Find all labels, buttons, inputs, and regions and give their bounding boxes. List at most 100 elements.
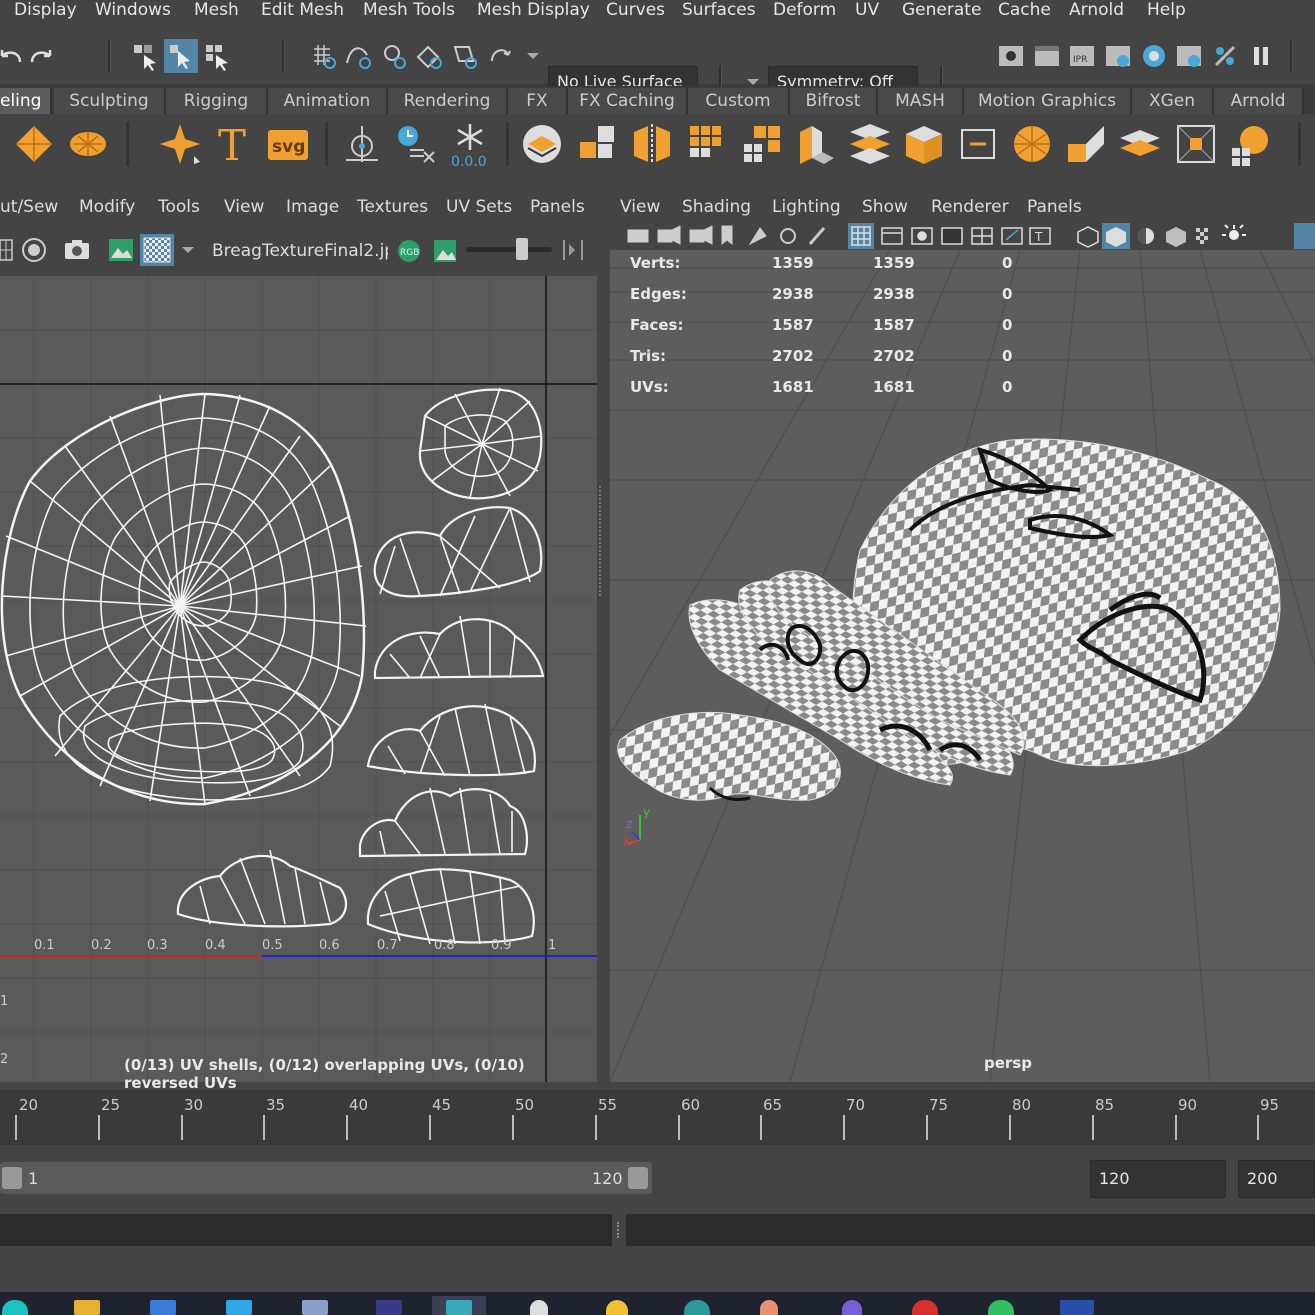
tab-rigging[interactable]: Rigging: [166, 88, 268, 114]
taskbar-app-icon[interactable]: [376, 1300, 402, 1315]
tab-bifrost[interactable]: Bifrost: [790, 88, 878, 114]
time-slider[interactable]: 20 25 30 35 40 45 50 55 60 65 70 75 80 8…: [0, 1090, 1315, 1145]
freeze-transform-icon[interactable]: 0,0,0: [448, 122, 492, 170]
range-start-handle[interactable]: [2, 1167, 22, 1189]
arnold-render-icon[interactable]: [1172, 39, 1206, 73]
tab-rendering[interactable]: Rendering: [388, 88, 508, 114]
taskbar-app-icon[interactable]: [530, 1300, 548, 1315]
taskbar-app-icon[interactable]: [150, 1300, 176, 1315]
snap-together-icon[interactable]: [484, 39, 518, 73]
panel-splitter[interactable]: [599, 486, 604, 596]
image-ratio-icon[interactable]: [432, 238, 458, 264]
taskbar-app-icon[interactable]: [684, 1300, 710, 1315]
menu-panels[interactable]: Panels: [1027, 197, 1082, 217]
render-sequence-icon[interactable]: [1208, 39, 1242, 73]
range-slider[interactable]: [0, 1162, 652, 1194]
chevron-down-icon[interactable]: [180, 242, 196, 258]
disc-orange-icon[interactable]: [66, 122, 110, 166]
panel-collapse-icon[interactable]: [560, 236, 586, 264]
splitter-handle[interactable]: [617, 1222, 622, 1238]
checker-toggle-icon[interactable]: [140, 234, 174, 266]
hypershade-icon[interactable]: [1137, 39, 1171, 73]
menu-panels[interactable]: Panels: [530, 197, 585, 217]
center-pivot-icon[interactable]: [340, 122, 384, 166]
taskbar-app-icon[interactable]: [606, 1300, 628, 1315]
menu-image[interactable]: Image: [286, 197, 339, 217]
snap-live-icon[interactable]: [447, 39, 481, 73]
texture-name-field[interactable]: BreagTextureFinal2.jpg: [212, 241, 388, 261]
taskbar-app-icon[interactable]: [302, 1300, 328, 1315]
mirror-mesh-icon[interactable]: [630, 122, 674, 166]
wedge-icon[interactable]: [1064, 122, 1108, 166]
animation-end-field[interactable]: 120: [1090, 1160, 1226, 1198]
menu-lighting[interactable]: Lighting: [772, 197, 841, 217]
snap-curve-icon[interactable]: [341, 39, 375, 73]
tab-modeling[interactable]: eling: [0, 88, 52, 114]
folder-icon[interactable]: [74, 1300, 100, 1315]
menu-show[interactable]: Show: [862, 197, 908, 217]
snap-grid-icon[interactable]: [306, 39, 340, 73]
menu-mesh[interactable]: Mesh: [194, 0, 239, 20]
redo-icon[interactable]: [24, 39, 58, 73]
select-hierarchy-icon[interactable]: [128, 39, 162, 73]
menu-windows[interactable]: Windows: [95, 0, 171, 20]
svg-tool-icon[interactable]: svg: [266, 122, 310, 166]
tab-custom[interactable]: Custom: [688, 88, 790, 114]
menu-help[interactable]: Help: [1147, 0, 1186, 20]
tab-xgen[interactable]: XGen: [1132, 88, 1214, 114]
tab-mash[interactable]: MASH: [878, 88, 964, 114]
combine-mesh-icon[interactable]: [520, 122, 564, 166]
menu-deform[interactable]: Deform: [773, 0, 836, 20]
shaded-uv-icon[interactable]: [20, 236, 48, 264]
reduce-mesh-icon[interactable]: [740, 122, 784, 166]
taskbar-app-icon[interactable]: [1060, 1300, 1094, 1315]
display-image-icon[interactable]: [106, 236, 136, 264]
layers-icon[interactable]: [1118, 122, 1162, 166]
rgb-channel-icon[interactable]: RGB: [394, 238, 424, 264]
bounding-box-icon[interactable]: [1174, 122, 1218, 166]
menu-arnold[interactable]: Arnold: [1069, 0, 1124, 20]
menu-textures[interactable]: Textures: [357, 197, 428, 217]
menu-generate[interactable]: Generate: [902, 0, 981, 20]
tab-fx-caching[interactable]: FX Caching: [568, 88, 688, 114]
ipr-render-icon[interactable]: IPR: [1065, 39, 1099, 73]
snap-view-plane-icon[interactable]: [412, 39, 446, 73]
star-create-icon[interactable]: [158, 122, 202, 166]
bevel-cube-icon[interactable]: [902, 122, 946, 166]
menu-curves[interactable]: Curves: [606, 0, 665, 20]
menu-surfaces[interactable]: Surfaces: [682, 0, 756, 20]
menu-tools[interactable]: Tools: [158, 197, 200, 217]
exposure-slider-handle[interactable]: [516, 238, 528, 260]
delete-history-icon[interactable]: [394, 122, 438, 166]
extrude-icon[interactable]: [794, 122, 838, 166]
menu-view[interactable]: View: [224, 197, 264, 217]
taskbar-app-icon[interactable]: [226, 1300, 252, 1315]
exposure-slider[interactable]: [466, 247, 552, 252]
bridge-icon[interactable]: [848, 122, 892, 166]
taskbar-app-icon[interactable]: [760, 1300, 778, 1315]
pause-icon[interactable]: [1244, 39, 1278, 73]
taskbar-app-icon[interactable]: [842, 1300, 862, 1315]
render-view-icon[interactable]: [994, 39, 1028, 73]
menu-edit-mesh[interactable]: Edit Mesh: [261, 0, 344, 20]
uv-grid-toggle-icon[interactable]: [0, 236, 14, 264]
select-object-icon[interactable]: [164, 39, 198, 73]
render-frame-icon[interactable]: [1030, 39, 1064, 73]
uv-canvas[interactable]: 0.1 0.2 0.3 0.4 0.5 0.6 0.7 0.8 0.9 1 1 …: [0, 276, 597, 1092]
tab-animation[interactable]: Animation: [268, 88, 388, 114]
mel-command-input[interactable]: [0, 1214, 612, 1246]
menu-shading[interactable]: Shading: [682, 197, 751, 217]
tab-arnold[interactable]: Arnold: [1214, 88, 1304, 114]
menu-view[interactable]: View: [620, 197, 660, 217]
sphere-grid-icon[interactable]: [1228, 122, 1272, 166]
taskbar-app-icon[interactable]: [2, 1300, 28, 1315]
plane-orange-icon[interactable]: [12, 122, 56, 166]
tab-motion-graphics[interactable]: Motion Graphics: [964, 88, 1132, 114]
menu-display[interactable]: Display: [14, 0, 77, 20]
sphere-icon[interactable]: [1010, 122, 1054, 166]
menu-cut-sew[interactable]: ut/Sew: [0, 197, 58, 217]
separate-mesh-icon[interactable]: [576, 122, 620, 166]
maya-taskbar-icon[interactable]: [446, 1300, 472, 1315]
smooth-mesh-icon[interactable]: [686, 122, 730, 166]
playback-end-field[interactable]: 200: [1238, 1160, 1315, 1198]
